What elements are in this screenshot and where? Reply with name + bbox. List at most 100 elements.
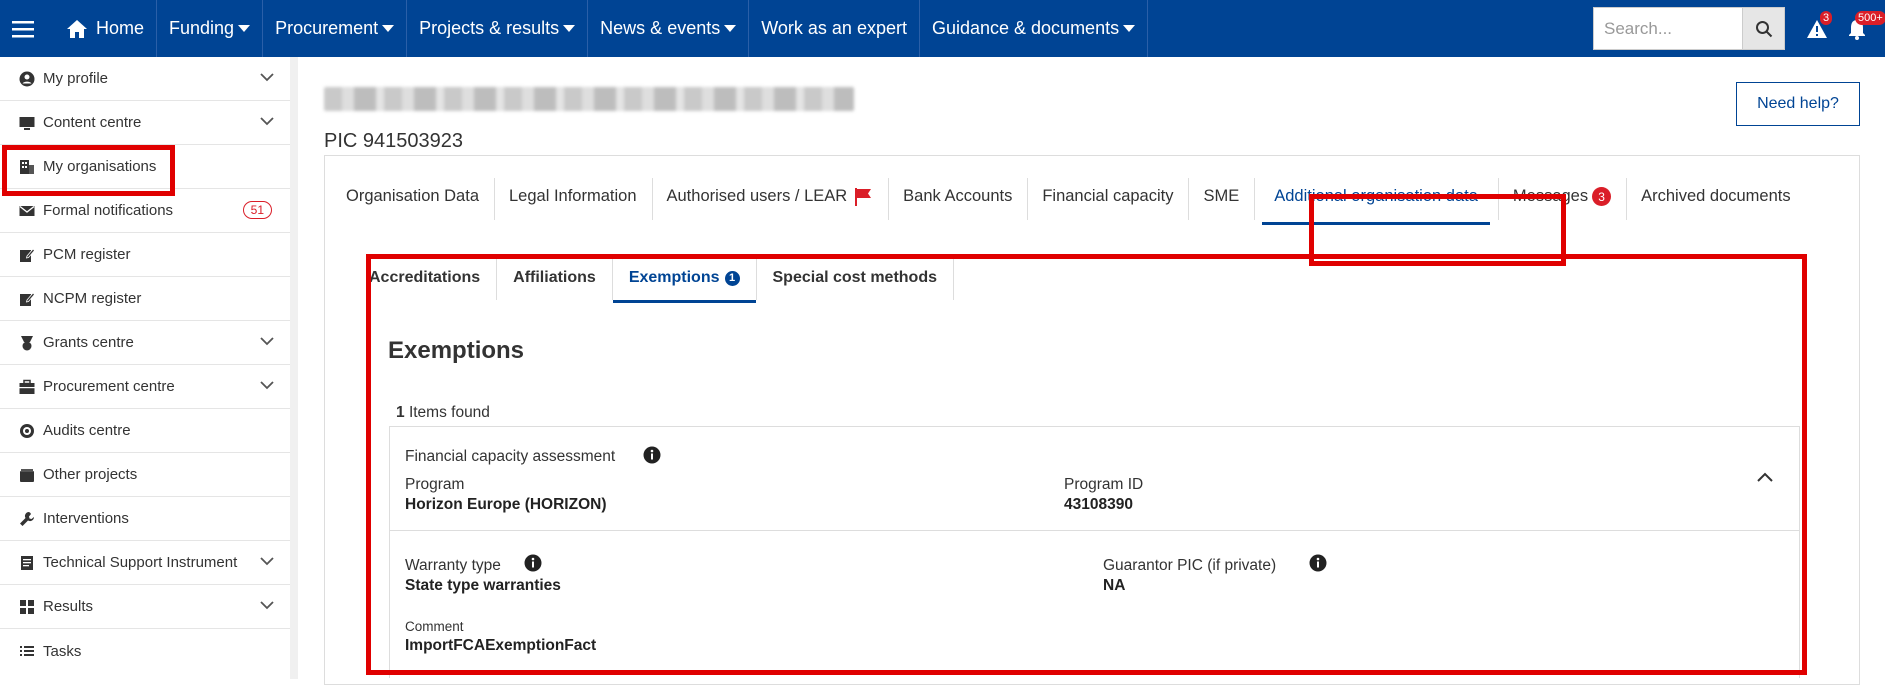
sidebar-item-ncpm-register[interactable]: NCPM register <box>0 277 290 321</box>
subtab-label: Accreditations <box>369 269 481 286</box>
info-icon[interactable] <box>643 446 661 464</box>
pic-number: PIC 941503923 <box>324 130 464 152</box>
sidebar-item-content-centre[interactable]: Content centre <box>0 101 290 145</box>
sidebar-item-label: Other projects <box>43 466 138 483</box>
sidebar-item-tasks[interactable]: Tasks <box>0 629 290 673</box>
top-navigation: Home Funding Procurement Projects & resu… <box>0 0 1885 57</box>
program-label: Program <box>405 476 465 493</box>
tab-label: Legal Information <box>509 187 637 205</box>
tab-legal-information[interactable]: Legal Information <box>494 156 652 237</box>
chevron-down-icon <box>260 337 274 346</box>
nav-funding[interactable]: Funding <box>157 0 264 57</box>
tab-messages[interactable]: Messages 3 <box>1497 156 1626 237</box>
menu-icon[interactable] <box>0 0 46 57</box>
items-found-count: 1 <box>396 404 405 421</box>
chevron-down-icon <box>260 117 274 126</box>
info-icon[interactable] <box>524 554 542 572</box>
nav-work-as-expert[interactable]: Work as an expert <box>749 0 920 57</box>
tab-label: Organisation Data <box>346 187 479 205</box>
chevron-down-icon <box>260 73 274 82</box>
nav-procurement-label: Procurement <box>275 18 379 38</box>
caret-down-icon <box>724 25 737 32</box>
search-button[interactable] <box>1742 7 1785 50</box>
monitor-icon <box>18 114 35 131</box>
tab-additional-organisation-data[interactable]: Additional organisation data <box>1254 156 1498 237</box>
organisation-name-redacted <box>324 87 854 111</box>
sidebar-item-pcm-register[interactable]: PCM register <box>0 233 290 277</box>
chevron-down-icon <box>260 601 274 610</box>
sidebar-item-audits-centre[interactable]: Audits centre <box>0 409 290 453</box>
sidebar-item-label: PCM register <box>43 246 131 263</box>
sidebar-item-grants-centre[interactable]: Grants centre <box>0 321 290 365</box>
subtab-label: Special cost methods <box>772 269 938 286</box>
tab-label: Messages <box>1512 187 1589 205</box>
tab-archived-documents[interactable]: Archived documents <box>1626 156 1806 237</box>
nav-expert-label: Work as an expert <box>761 18 907 38</box>
subtab-affiliations[interactable]: Affiliations <box>497 256 613 300</box>
building-icon <box>18 158 35 175</box>
nav-guidance-label: Guidance & documents <box>931 18 1120 38</box>
notifications-button[interactable]: 500+ <box>1837 0 1885 57</box>
nav-projects-results[interactable]: Projects & results <box>407 0 589 57</box>
flag-icon <box>855 187 872 206</box>
tab-label: Financial capacity <box>1042 187 1174 205</box>
info-icon[interactable] <box>1309 554 1327 572</box>
tab-bank-accounts[interactable]: Bank Accounts <box>888 156 1027 237</box>
sidebar-item-results[interactable]: Results <box>0 585 290 629</box>
subtab-exemptions[interactable]: Exemptions 1 <box>612 256 757 303</box>
grid-icon <box>18 598 35 615</box>
caret-down-icon <box>1123 25 1136 32</box>
search-input[interactable] <box>1593 7 1742 50</box>
sidebar-item-label: Results <box>43 598 94 615</box>
chevron-up-icon[interactable] <box>1757 472 1773 482</box>
organisation-card: Organisation Data Legal Information Auth… <box>324 155 1860 685</box>
sidebar-item-my-organisations[interactable]: My organisations <box>0 145 290 189</box>
warranty-type-value: State type warranties <box>405 577 561 594</box>
tab-label: Authorised users / LEAR <box>666 187 848 205</box>
sidebar-item-label: Audits centre <box>43 422 131 439</box>
tab-label: Bank Accounts <box>903 187 1013 205</box>
tasks-alert-button[interactable]: 3 <box>1797 0 1837 57</box>
nav-funding-label: Funding <box>169 18 235 38</box>
nav-guidance-documents[interactable]: Guidance & documents <box>920 0 1149 57</box>
list-icon <box>18 643 35 660</box>
box-icon <box>18 466 35 483</box>
tab-organisation-data[interactable]: Organisation Data <box>331 156 494 237</box>
tab-authorised-users-lear[interactable]: Authorised users / LEAR <box>651 156 889 237</box>
target-icon <box>18 422 35 439</box>
subtab-label: Exemptions <box>628 269 720 286</box>
subtab-accreditations[interactable]: Accreditations <box>369 256 498 300</box>
sidebar-item-label: Interventions <box>43 510 129 527</box>
book-icon <box>18 554 35 571</box>
caret-down-icon <box>238 25 251 32</box>
subtab-label: Affiliations <box>513 269 596 286</box>
nav-home[interactable]: Home <box>46 0 158 57</box>
sidebar-item-formal-notifications[interactable]: Formal notifications 51 <box>0 189 290 233</box>
nav-news-events[interactable]: News & events <box>588 0 750 57</box>
sidebar-item-label: My profile <box>43 70 109 87</box>
user-circle-icon <box>18 70 35 87</box>
sidebar-item-procurement-centre[interactable]: Procurement centre <box>0 365 290 409</box>
briefcase-icon <box>18 378 35 395</box>
sidebar-item-other-projects[interactable]: Other projects <box>0 453 290 497</box>
exemption-header[interactable]: Financial capacity assessment Program Ho… <box>390 427 1799 531</box>
section-title: Exemptions <box>388 337 525 364</box>
program-id-label: Program ID <box>1064 476 1144 493</box>
sidebar-item-my-profile[interactable]: My profile <box>0 57 290 101</box>
sidebar-item-interventions[interactable]: Interventions <box>0 497 290 541</box>
tab-label: Archived documents <box>1641 187 1791 205</box>
sidebar-item-technical-support-instrument[interactable]: Technical Support Instrument <box>0 541 290 585</box>
sidebar-item-label: Grants centre <box>43 334 134 351</box>
search-box <box>1593 0 1785 57</box>
need-help-button[interactable]: Need help? <box>1736 82 1860 126</box>
sidebar: My profile Content centre My organisatio… <box>0 57 290 679</box>
tab-sme[interactable]: SME <box>1188 156 1254 237</box>
nav-procurement[interactable]: Procurement <box>263 0 408 57</box>
caret-down-icon <box>382 25 395 32</box>
wrench-icon <box>18 510 35 527</box>
tab-label: Additional organisation data <box>1274 187 1478 205</box>
tab-financial-capacity[interactable]: Financial capacity <box>1027 156 1188 237</box>
sidebar-divider <box>290 57 298 679</box>
subtab-special-cost-methods[interactable]: Special cost methods <box>757 256 954 300</box>
